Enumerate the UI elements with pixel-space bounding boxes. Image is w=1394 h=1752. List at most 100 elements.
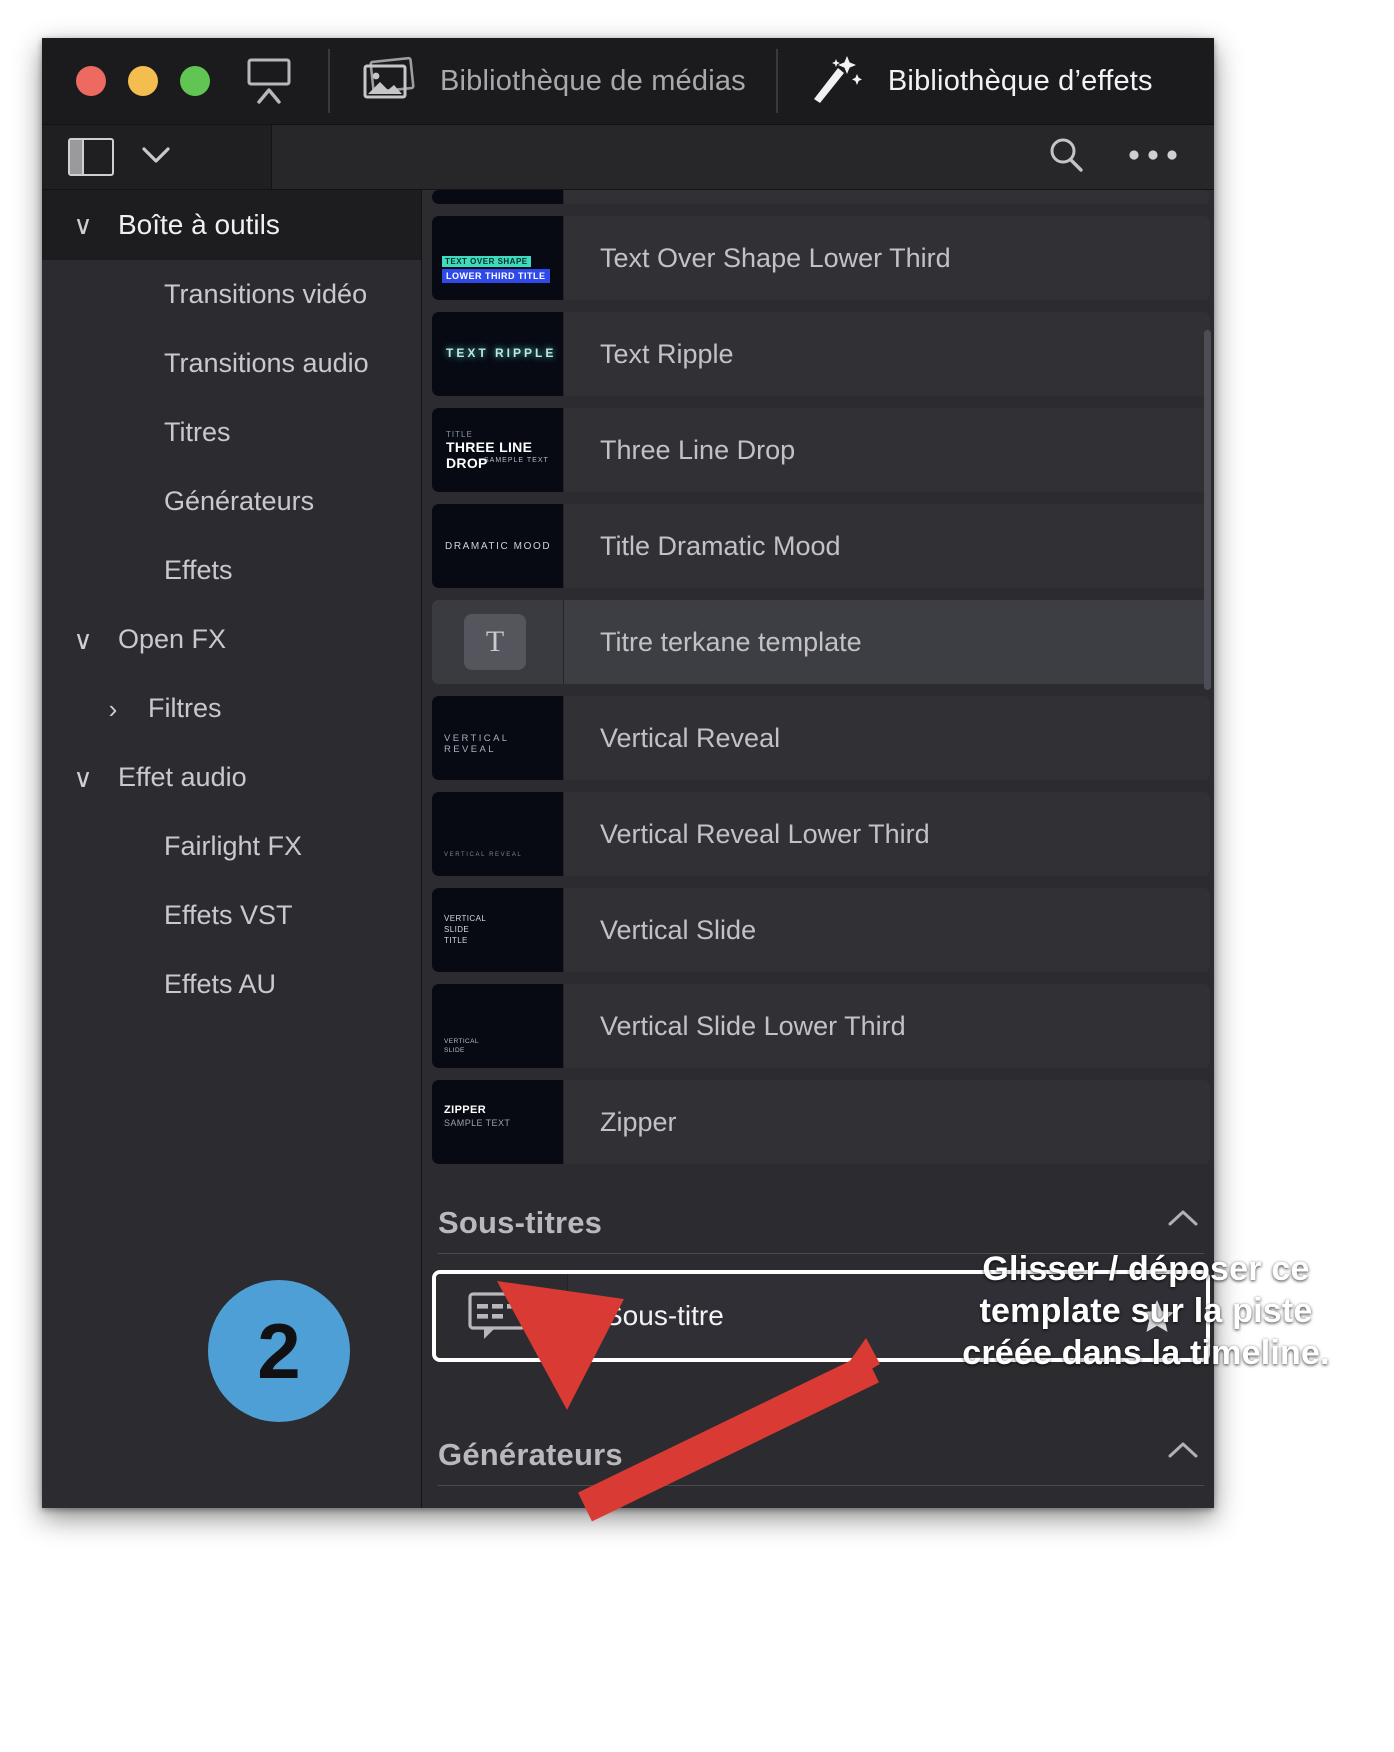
more-options-icon[interactable] (1126, 147, 1180, 168)
sidebar-item-label: Open FX (118, 624, 227, 654)
annotation-line: Glisser / déposer ce (982, 1250, 1310, 1288)
thumb-text: TEXT RIPPLE (446, 346, 557, 360)
thumbnail: TEXT OVER SHAPE LOWER THIRD TITLE (432, 216, 564, 300)
search-icon[interactable] (1046, 135, 1086, 180)
section-header-generators[interactable]: Générateurs (432, 1436, 1210, 1473)
list-item[interactable]: TITLE THREE LINE DROP SAMEPLE TEXT Three… (432, 408, 1210, 492)
sidebar-item-label: Effets AU (164, 969, 277, 999)
sidebar-item-label: Générateurs (164, 486, 315, 516)
sidebar-item-label: Titres (164, 417, 231, 447)
thumbnail: TEXT RIPPLE (432, 312, 564, 396)
chevron-up-icon[interactable] (1166, 1204, 1200, 1241)
thumbnail (436, 1274, 568, 1358)
thumbnail: VERTICAL REVEAL (432, 696, 564, 780)
thumb-text: DRAMATIC MOOD (445, 541, 552, 552)
tab-media-library[interactable]: Bibliothèque de médias (330, 38, 776, 124)
sidebar-item-open-fx[interactable]: ∨ Open FX (42, 605, 421, 674)
sidebar-item-label: Effets (164, 555, 233, 585)
annotation-text: Glisser / déposer ce template sur la pis… (926, 1248, 1366, 1374)
list-item-label (564, 190, 1210, 204)
thumbnail: VERTICAL SLIDE (432, 984, 564, 1068)
sidebar-item-generators[interactable]: Générateurs (42, 467, 421, 536)
sidebar-item-video-transitions[interactable]: Transitions vidéo (42, 260, 421, 329)
thumbnail: DRAMATIC MOOD (432, 504, 564, 588)
sidebar-item-label: Effets VST (164, 900, 293, 930)
list-item-label: Text Over Shape Lower Third (600, 242, 951, 273)
sidebar-item-filters[interactable]: › Filtres (42, 674, 421, 743)
zoom-button[interactable] (180, 66, 210, 96)
sidebar-item-vst-effects[interactable]: Effets VST (42, 881, 421, 950)
thumb-text: TITLE (446, 430, 473, 439)
thumb-text: VERTICAL (444, 1038, 479, 1045)
thumb-text: TEXT OVER SHAPE (442, 256, 531, 267)
panel-toolbar-left (42, 125, 272, 189)
tab-effects-library-label: Bibliothèque d’effets (887, 64, 1153, 97)
sidebar-item-label: Transitions vidéo (164, 279, 368, 309)
thumb-text: LOWER THIRD TITLE (442, 269, 550, 283)
list-item-label: Vertical Reveal (600, 722, 781, 753)
sidebar-item-audio-effect[interactable]: ∨ Effet audio (42, 743, 421, 812)
sidebar-item-effects[interactable]: Effets (42, 536, 421, 605)
list-item[interactable]: VERTICAL REVEAL Vertical Reveal Lower Th… (432, 792, 1210, 876)
chevron-down-icon[interactable] (140, 144, 172, 171)
sidebar-item-titles[interactable]: Titres (42, 398, 421, 467)
sidebar-item-au-effects[interactable]: Effets AU (42, 950, 421, 1019)
screenshot-root: Bibliothèque de médias Bibliothèque d’ef… (0, 0, 1394, 1752)
list-item[interactable] (432, 190, 1210, 204)
sidebar-item-label: Fairlight FX (164, 831, 303, 861)
list-item-label: Three Line Drop (600, 434, 796, 465)
thumb-text: SAMPLE TEXT (444, 1118, 511, 1128)
sidebar-item-audio-transitions[interactable]: Transitions audio (42, 329, 421, 398)
tab-media-library-label: Bibliothèque de médias (440, 64, 746, 97)
list-item[interactable]: T Titre terkane template (432, 600, 1210, 684)
close-button[interactable] (76, 66, 106, 96)
title-bar: Bibliothèque de médias Bibliothèque d’ef… (42, 38, 1214, 124)
chevron-up-icon[interactable] (1166, 1436, 1200, 1473)
tab-effects-library[interactable]: Bibliothèque d’effets (778, 38, 1183, 124)
window-controls[interactable] (42, 66, 210, 96)
section-title: Générateurs (438, 1437, 623, 1472)
sidebar-item-toolbox[interactable]: ∨ Boîte à outils (42, 190, 421, 260)
list-item[interactable]: DRAMATIC MOOD Title Dramatic Mood (432, 504, 1210, 588)
list-item-label: Vertical Reveal Lower Third (600, 818, 930, 849)
sidebar-item-fairlight-fx[interactable]: Fairlight FX (42, 812, 421, 881)
thumb-text: TITLE (444, 936, 468, 945)
list-item[interactable]: ZIPPER SAMPLE TEXT Zipper (432, 1080, 1210, 1164)
thumbnail: VERTICAL SLIDE TITLE (432, 888, 564, 972)
text-tool-icon: T (464, 614, 526, 670)
annotation-line: template sur la piste (979, 1292, 1313, 1331)
sidebar-item-label: Transitions audio (164, 348, 369, 378)
chevron-down-icon[interactable]: ∨ (68, 627, 98, 653)
thumb-text: VERTICAL REVEAL (444, 852, 523, 858)
list-item[interactable]: VERTICAL REVEAL Vertical Reveal (432, 696, 1210, 780)
thumb-text: VERTICAL (444, 914, 487, 923)
thumb-text: SLIDE (444, 925, 470, 934)
list-item[interactable]: VERTICAL SLIDE Vertical Slide Lower Thir… (432, 984, 1210, 1068)
thumb-text: SLIDE (444, 1047, 465, 1054)
monitor-collapse-icon[interactable] (210, 56, 328, 106)
thumbnail (432, 190, 564, 204)
list-item[interactable]: TEXT OVER SHAPE LOWER THIRD TITLE Text O… (432, 216, 1210, 300)
chevron-right-icon[interactable]: › (98, 696, 128, 722)
chevron-down-icon[interactable]: ∨ (68, 212, 98, 238)
list-item-label: Title Dramatic Mood (600, 530, 841, 561)
side-panel-icon[interactable] (68, 138, 114, 176)
list-item[interactable]: VERTICAL SLIDE TITLE Vertical Slide (432, 888, 1210, 972)
panel-toolbar (42, 124, 1214, 190)
step-badge: 2 (208, 1280, 350, 1422)
section-header-subtitles[interactable]: Sous-titres (432, 1204, 1210, 1241)
list-item-label: Vertical Slide Lower Third (600, 1010, 906, 1041)
sidebar-item-label: Effet audio (118, 762, 247, 792)
chevron-down-icon[interactable]: ∨ (68, 765, 98, 791)
thumbnail: TITLE THREE LINE DROP SAMEPLE TEXT (432, 408, 564, 492)
minimize-button[interactable] (128, 66, 158, 96)
thumbnail: T (432, 600, 564, 684)
closed-caption-icon (466, 1290, 528, 1339)
thumb-text: THREE LINE DROP (446, 439, 533, 471)
list-item-label: Text Ripple (600, 338, 734, 369)
thumb-text: SAMEPLE TEXT (484, 457, 549, 464)
list-item[interactable]: TEXT RIPPLE Text Ripple (432, 312, 1210, 396)
media-library-icon (360, 55, 418, 108)
scrollbar-thumb[interactable] (1204, 330, 1211, 690)
list-item-label: Vertical Slide (600, 914, 757, 945)
